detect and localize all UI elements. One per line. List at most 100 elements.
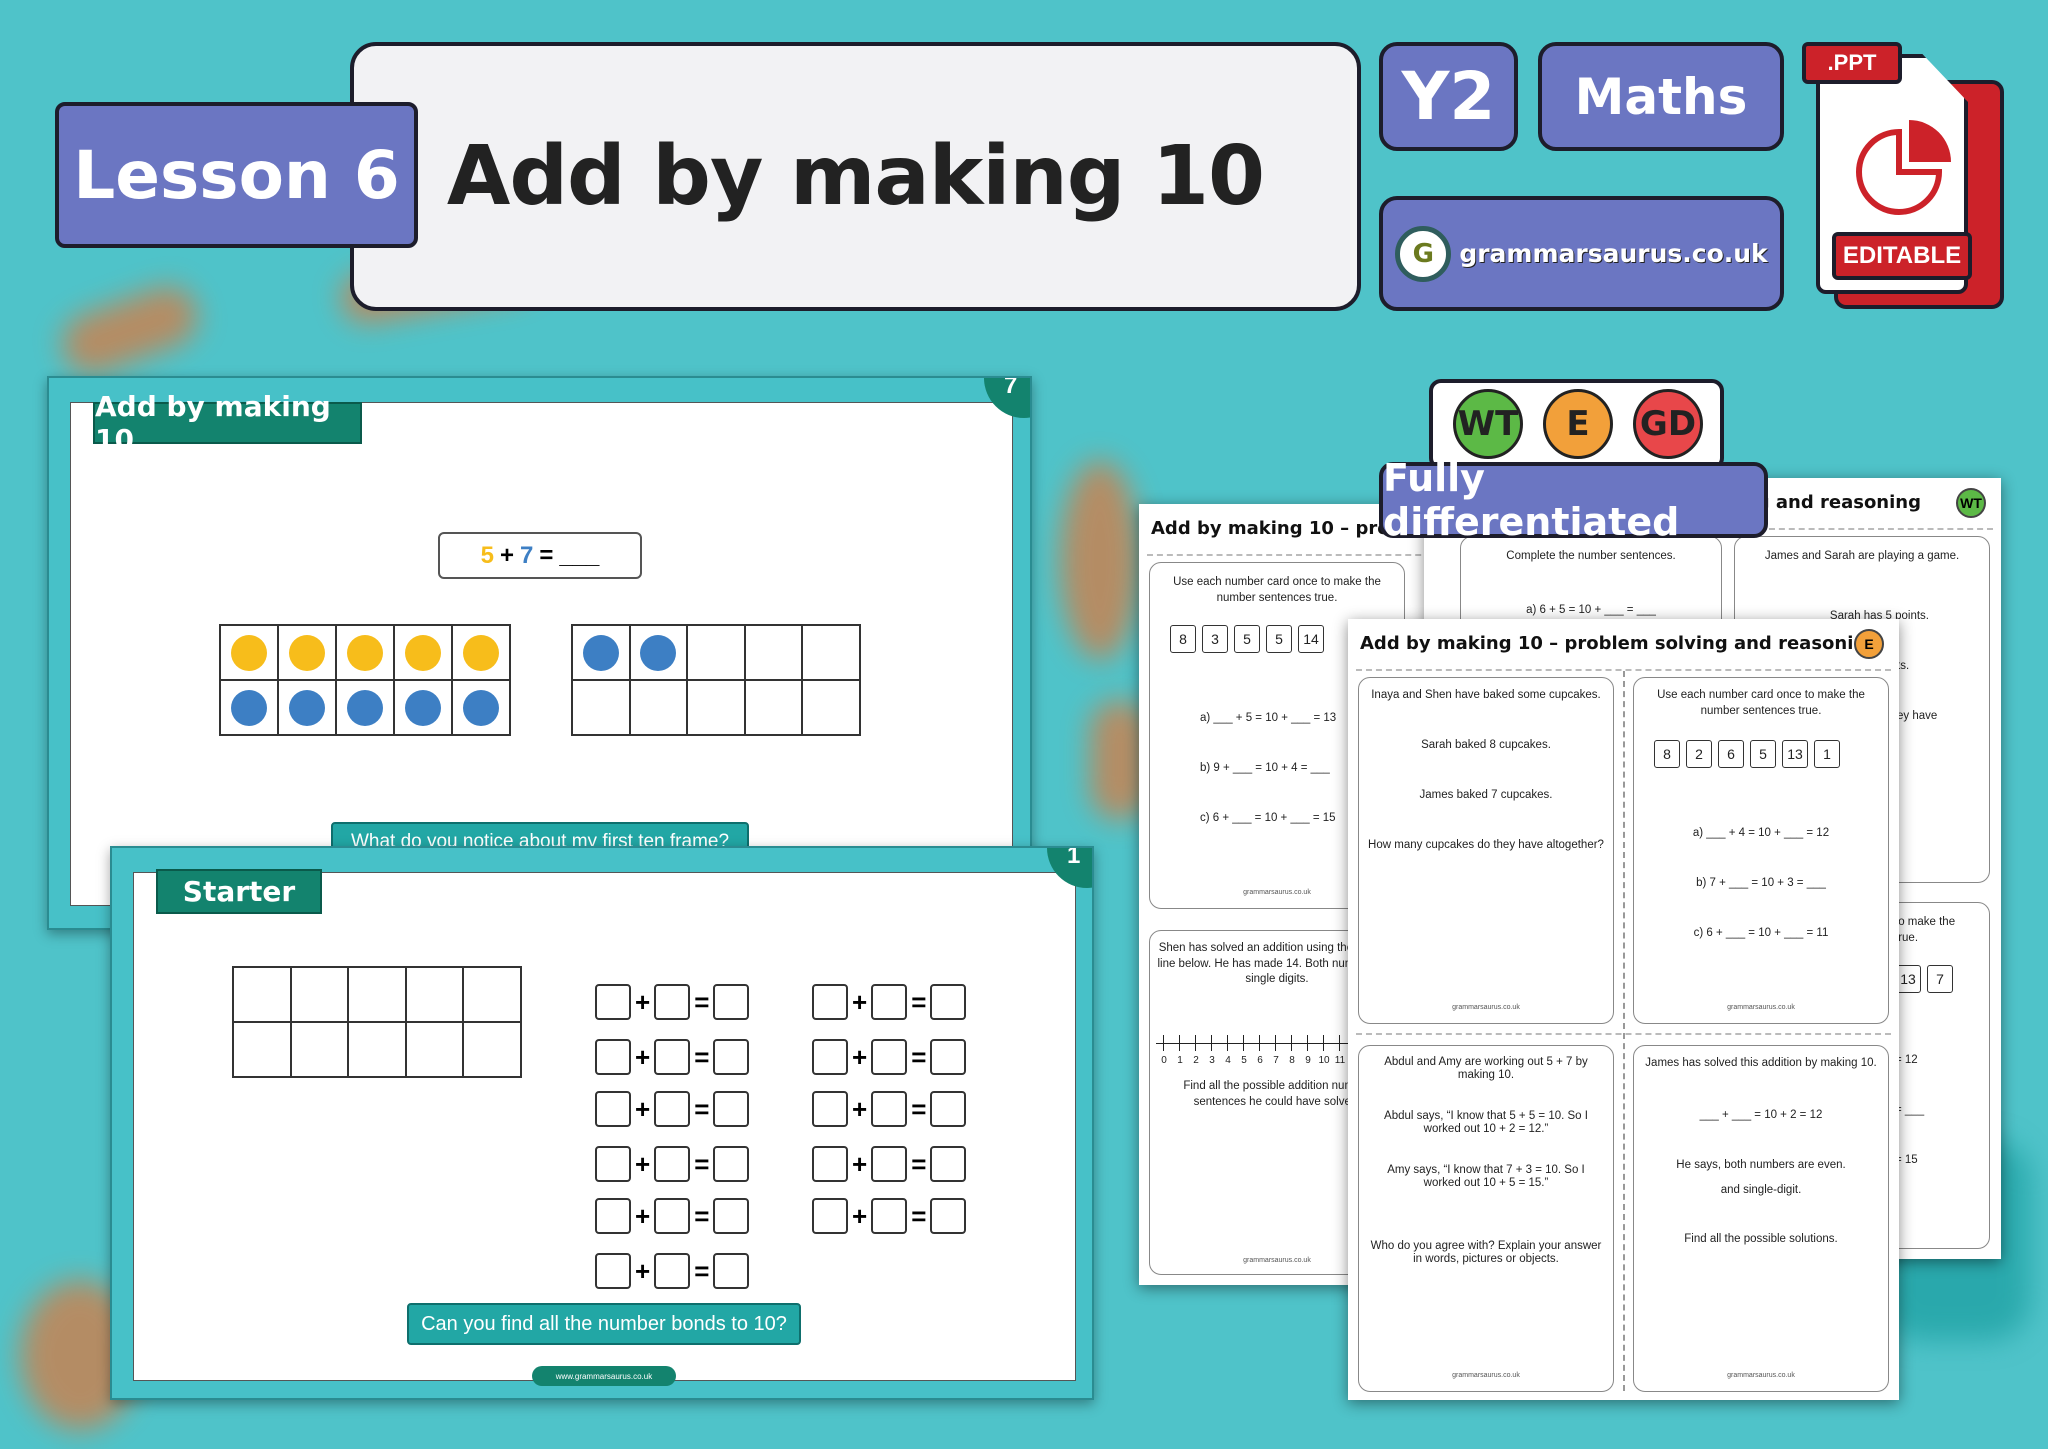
operator: = [694,1041,710,1072]
answer-box[interactable] [812,1198,848,1234]
addend-b: 7 [519,541,534,569]
answer-box[interactable] [812,984,848,1020]
answer-box[interactable] [654,1253,691,1289]
answer-box[interactable] [654,1198,691,1234]
question-b: b) 7 + ___ = 10 + 3 = ___ [1696,877,1826,889]
answer-box[interactable] [812,1146,848,1182]
operator: = [694,1200,710,1231]
answer-box[interactable] [871,984,908,1020]
answer-box[interactable] [930,1146,967,1182]
ten-frame-cell [629,680,688,735]
number-line-tick: 7 [1268,1035,1284,1068]
operator: = [694,1148,710,1179]
slide-title-tab: Starter [156,869,322,914]
card-text: Who do you agree with? Explain your answ… [1370,1240,1602,1265]
answer-box[interactable] [930,1198,967,1234]
ten-frame-cell [336,680,394,735]
answer-blank: ___ [559,541,600,569]
ten-frame-cell [405,967,464,1022]
answer-box[interactable] [595,1146,631,1182]
question-bar: Can you find all the number bonds to 10? [407,1303,801,1345]
number-card: 3 [1202,625,1228,653]
pie-chart-icon [1856,120,1951,215]
number-bond-equation: + = [595,984,750,1020]
answer-box[interactable] [871,1146,908,1182]
card-footer: grammarsaurus.co.uk [1727,1372,1795,1379]
answer-box[interactable] [713,1039,750,1075]
answer-box[interactable] [713,1146,750,1182]
operator: = [911,1041,927,1072]
addend-a: 5 [480,541,494,569]
number-card: 14 [1298,625,1324,653]
ten-frame-cell [233,967,291,1022]
operator: + [852,1148,868,1179]
ten-frame-cell [802,680,860,735]
answer-box[interactable] [930,1039,967,1075]
background-shape [53,277,207,383]
lesson-number-badge: Lesson 6 [55,102,418,248]
ppt-editable-icon: .PPT EDITABLE [1802,42,2006,311]
question-a: = 12 [1895,1054,1918,1066]
number-line-tick: 6 [1252,1035,1268,1068]
card-footer: grammarsaurus.co.uk [1727,1004,1795,1011]
counter-dot [347,689,383,726]
number-line-tick: 9 [1300,1035,1316,1068]
counter-dot [463,689,499,726]
answer-box[interactable] [930,984,967,1020]
answer-box[interactable] [654,1091,691,1127]
grammarsaurus-logo-icon: G [1395,225,1452,282]
answer-box[interactable] [595,1198,631,1234]
ten-frame-cell [802,625,860,680]
question-a: a) 6 + 5 = 10 + ___ = ___ [1526,604,1656,616]
ten-frame-cell [452,680,510,735]
answer-box[interactable] [713,1253,750,1289]
background-shape [1060,460,1140,660]
answer-box[interactable] [713,1091,750,1127]
answer-box[interactable] [595,1091,631,1127]
answer-box[interactable] [812,1091,848,1127]
operator: + [635,1041,651,1072]
ten-frame-cell [452,625,510,680]
number-card: 5 [1750,740,1776,768]
answer-box[interactable] [595,984,631,1020]
operator: = [911,1200,927,1231]
answer-box[interactable] [595,1253,631,1289]
number-line-tick: 2 [1188,1035,1204,1068]
answer-box[interactable] [871,1198,908,1234]
card-text: true. [1895,932,1919,944]
number-line-tick: 0 [1156,1035,1172,1068]
ten-frame-cell [290,967,349,1022]
answer-box[interactable] [654,1039,691,1075]
wt-badge: WT [1453,389,1523,459]
plus-sign: + [499,541,514,569]
e-badge: E [1543,389,1613,459]
answer-box[interactable] [713,984,750,1020]
number-line: 0 1 2 3 4 5 6 7 8 9 10 11 [1156,1035,1348,1068]
operator: + [852,986,868,1017]
counter-dot [405,689,441,726]
number-bond-equation: + = [595,1091,750,1127]
ten-frame-cell [687,680,745,735]
answer-box[interactable] [713,1198,750,1234]
answer-box[interactable] [812,1039,848,1075]
card-text: to make the [1895,916,1956,928]
answer-box[interactable] [595,1039,631,1075]
operator: + [635,986,651,1017]
answer-box[interactable] [654,984,691,1020]
answer-box[interactable] [930,1091,967,1127]
footer-link[interactable]: www.grammarsaurus.co.uk [532,1366,676,1386]
counter-dot [640,634,677,671]
number-line-tick: 5 [1236,1035,1252,1068]
card-text: Use each number card once to make the nu… [1173,576,1381,604]
answer-box[interactable] [871,1091,908,1127]
ten-frame-cell [572,680,630,735]
answer-box[interactable] [654,1146,691,1182]
card-text: Inaya and Shen have baked some cupcakes. [1371,689,1601,701]
ten-frame-cell [220,625,278,680]
card-text: He says, both numbers are even. [1676,1159,1846,1171]
question-a: a) ___ + 4 = 10 + ___ = 12 [1692,827,1830,839]
ten-frame-cell [463,967,521,1022]
card-text: James has solved this addition by making… [1645,1057,1877,1069]
answer-box[interactable] [871,1039,908,1075]
card-text: James and Sarah are playing a game. [1764,550,1960,562]
